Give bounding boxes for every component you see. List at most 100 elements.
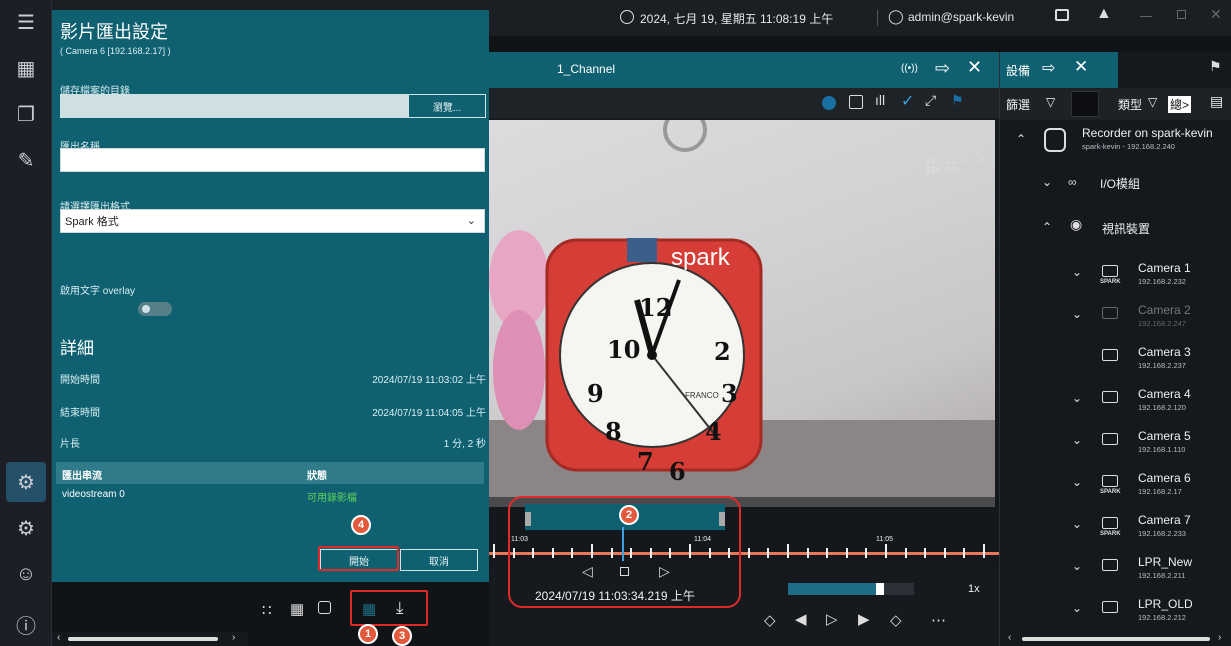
notes-icon[interactable]: ✎ bbox=[6, 140, 46, 180]
browse-button[interactable]: 瀏覽... bbox=[408, 94, 486, 118]
timeline-tick bbox=[904, 548, 907, 558]
trash-icon[interactable]: ▤ bbox=[1210, 93, 1223, 110]
camera-item[interactable]: ⌄ Camera 5 192.168.1.110 bbox=[1000, 425, 1231, 465]
timeline-tick bbox=[826, 548, 829, 558]
account-icon[interactable]: ☺ bbox=[6, 554, 46, 594]
export-icon[interactable]: ⇨ bbox=[935, 58, 950, 79]
scroll-right-icon[interactable]: › bbox=[1218, 632, 1221, 643]
channel-tab[interactable]: 1_Channel ((•)) ⇨ ✕ bbox=[489, 52, 999, 88]
broadcast-icon[interactable]: ((•)) bbox=[901, 63, 918, 74]
device-tab[interactable]: 設備 ⇨ ✕ bbox=[1000, 52, 1118, 88]
camera-item[interactable]: ⌄ SPARK Camera 7 192.168.2.233 bbox=[1000, 509, 1231, 549]
scroll-thumb[interactable] bbox=[1022, 637, 1210, 641]
windows-icon[interactable]: ❐ bbox=[6, 94, 46, 134]
check-icon[interactable]: ✓ bbox=[901, 91, 914, 111]
step-back-icon[interactable]: ◀ bbox=[795, 610, 807, 628]
chevron-down-icon[interactable]: ⌄ bbox=[1072, 391, 1082, 405]
more-options-icon[interactable]: ⋯ bbox=[931, 611, 946, 629]
pin-icon[interactable]: ⚑ bbox=[1209, 58, 1222, 75]
table-row[interactable]: videostream 0 可用錄影檔 bbox=[56, 486, 484, 504]
folder-input[interactable] bbox=[60, 94, 408, 118]
next-event-icon[interactable]: ◇ bbox=[890, 611, 902, 629]
speed-fill bbox=[788, 583, 883, 595]
hamburger-menu-icon[interactable]: ☰ bbox=[6, 2, 46, 42]
type-filter-icon[interactable]: ▽ bbox=[1148, 95, 1157, 109]
camera-item[interactable]: ⌄ Camera 4 192.168.2.120 bbox=[1000, 383, 1231, 423]
user-name[interactable]: admin@spark-kevin bbox=[908, 10, 1014, 24]
timeline-tick bbox=[983, 544, 985, 558]
camera-icon bbox=[1102, 433, 1118, 445]
close-channel-icon[interactable]: ✕ bbox=[967, 57, 982, 78]
chat-icon[interactable] bbox=[1055, 9, 1069, 21]
scroll-right-icon[interactable]: › bbox=[232, 632, 235, 643]
prev-event-icon[interactable]: ◇ bbox=[764, 611, 776, 629]
type-label: 類型 bbox=[1118, 98, 1143, 112]
chevron-down-icon[interactable]: ⌄ bbox=[1042, 175, 1052, 189]
signal-icon[interactable]: ıll bbox=[875, 92, 885, 108]
panel-scrollbar[interactable]: ‹ › bbox=[1000, 632, 1231, 646]
export-icon[interactable]: ⇨ bbox=[1042, 58, 1055, 78]
chevron-up-icon[interactable]: ⌃ bbox=[1042, 220, 1052, 234]
scroll-thumb[interactable] bbox=[68, 637, 218, 641]
chevron-down-icon[interactable]: ⌄ bbox=[1072, 265, 1082, 279]
export-name-input[interactable] bbox=[60, 148, 485, 172]
chevron-down-icon[interactable]: ⌄ bbox=[1072, 559, 1082, 573]
grid-icon[interactable]: ∷ bbox=[262, 601, 272, 619]
record-icon[interactable] bbox=[822, 96, 836, 110]
chevron-down-icon[interactable]: ⌄ bbox=[1072, 307, 1082, 321]
scroll-left-icon[interactable]: ‹ bbox=[1008, 632, 1011, 643]
bell-icon[interactable]: ▲ bbox=[1096, 5, 1112, 23]
camera-name: LPR_New bbox=[1138, 555, 1193, 569]
close-panel-icon[interactable]: ✕ bbox=[1074, 57, 1088, 77]
step-forward-icon[interactable]: ▶ bbox=[858, 610, 870, 628]
speed-knob[interactable] bbox=[876, 583, 884, 595]
chevron-up-icon[interactable]: ⌃ bbox=[1016, 132, 1026, 146]
cancel-button[interactable]: 取消 bbox=[400, 549, 478, 571]
camera-item[interactable]: ⌄ LPR_OLD 192.168.2.212 bbox=[1000, 593, 1231, 633]
calendar-icon[interactable]: ▦ bbox=[290, 600, 304, 618]
play-icon[interactable]: ▷ bbox=[826, 610, 838, 628]
camera-item[interactable]: Camera 3 192.168.2.237 bbox=[1000, 341, 1231, 381]
timeline-tick bbox=[943, 548, 946, 558]
io-module-item[interactable]: ⌄ ∞ I/O模組 bbox=[1000, 167, 1231, 207]
filter-icon[interactable]: ▽ bbox=[1046, 95, 1055, 109]
fullscreen-icon[interactable]: ⤢ bbox=[925, 92, 936, 109]
camera-item[interactable]: ⌄ LPR_New 192.168.2.211 bbox=[1000, 551, 1231, 591]
video-devices-item[interactable]: ⌃ ◉ 視訊裝置 bbox=[1000, 212, 1231, 252]
close-window-icon[interactable]: ✕ bbox=[1210, 6, 1222, 23]
scroll-left-icon[interactable]: ‹ bbox=[57, 632, 60, 643]
chevron-down-icon[interactable]: ⌄ bbox=[1072, 601, 1082, 615]
advanced-settings-icon[interactable]: ⚙ bbox=[6, 508, 46, 548]
camera-icon bbox=[1102, 601, 1118, 613]
restore-icon[interactable] bbox=[1177, 10, 1186, 19]
overlay-toggle[interactable] bbox=[138, 302, 172, 316]
video-frame[interactable]: 10 2 9 3 8 4 7 6 12 FRANCO spark 01. 21.… bbox=[489, 120, 995, 507]
layout-grid-icon[interactable]: ▦ bbox=[6, 48, 46, 88]
camera-snapshot-icon[interactable] bbox=[318, 601, 331, 614]
bottom-scrollbar[interactable]: ‹ › bbox=[52, 632, 248, 646]
chevron-down-icon[interactable]: ⌄ bbox=[1072, 475, 1082, 489]
format-select[interactable]: Spark 格式 ⌄ bbox=[60, 209, 485, 233]
snapshot-icon[interactable] bbox=[849, 95, 863, 109]
highlight-box-toolbar bbox=[350, 590, 428, 626]
chevron-down-icon[interactable]: ⌄ bbox=[1072, 433, 1082, 447]
info-icon[interactable]: ⓘ bbox=[6, 604, 46, 644]
timeline-tick bbox=[747, 548, 750, 558]
minimize-icon[interactable] bbox=[1140, 16, 1152, 17]
timeline-tick bbox=[924, 548, 927, 558]
chevron-down-icon: ⌄ bbox=[466, 215, 476, 227]
chevron-down-icon[interactable]: ⌄ bbox=[1072, 517, 1082, 531]
camera-name: Camera 7 bbox=[1138, 513, 1191, 527]
pin-icon[interactable]: ⚑ bbox=[951, 92, 964, 109]
dialog-title: 影片匯出設定 bbox=[60, 22, 168, 42]
speed-track[interactable] bbox=[788, 583, 914, 595]
settings-active-icon[interactable]: ⚙ bbox=[6, 462, 46, 502]
camera-item[interactable]: ⌄ Camera 2 192.168.2.247 bbox=[1000, 299, 1231, 339]
stream-status: 可用錄影檔 bbox=[307, 493, 357, 504]
camera-item[interactable]: ⌄ SPARK Camera 6 192.168.2.17 bbox=[1000, 467, 1231, 507]
camera-item[interactable]: ⌄ SPARK Camera 1 192.168.2.232 bbox=[1000, 257, 1231, 297]
clock-brand-text: FRANCO bbox=[685, 391, 719, 400]
user-icon[interactable]: ◯ bbox=[888, 8, 904, 25]
filter-input[interactable] bbox=[1071, 91, 1099, 117]
recorder-item[interactable]: ⌃ Recorder on spark-kevin spark-kevin - … bbox=[1000, 122, 1231, 162]
